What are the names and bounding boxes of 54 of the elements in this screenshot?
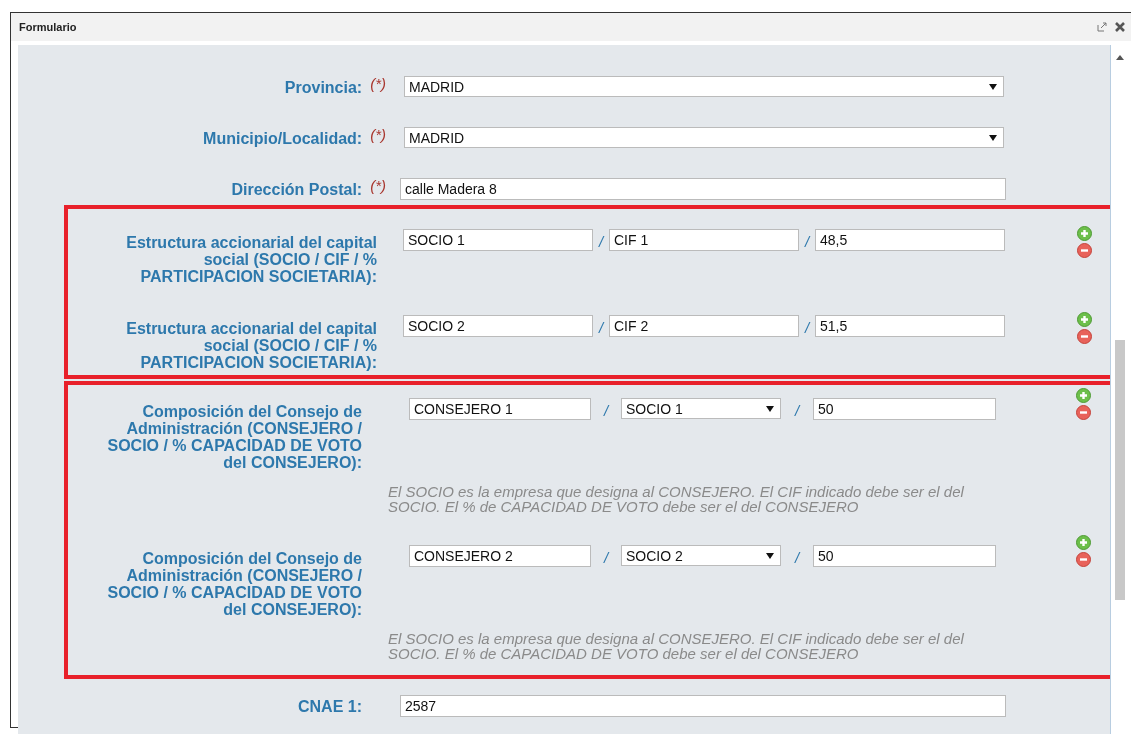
caret-icon	[989, 134, 997, 141]
dropdown[interactable]: MADRID	[404, 76, 1004, 97]
separator: /	[793, 401, 802, 419]
field-label: Dirección Postal:	[231, 181, 363, 198]
separator: /	[597, 232, 606, 250]
input-field[interactable]: SOCIO 1	[403, 229, 593, 251]
caret-icon	[766, 405, 774, 412]
add-icon[interactable]	[1076, 388, 1091, 403]
separator: /	[793, 548, 802, 566]
dropdown[interactable]: MADRID	[404, 127, 1004, 148]
input-field[interactable]: 51,5	[815, 315, 1005, 337]
caret-icon	[989, 83, 997, 90]
separator: /	[803, 232, 812, 250]
add-icon[interactable]	[1076, 535, 1091, 550]
add-icon[interactable]	[1077, 226, 1092, 241]
field-label: Composición del Consejo de Administración (CONSEJERO / SOCIO / % CAPACIDAD DE VOTO del CONSEJERO):	[106, 550, 362, 618]
field-label: Estructura accionarial del capital social (SOCIO / CIF / % PARTICIPACION SOCIETARIA):	[125, 320, 377, 371]
remove-icon[interactable]	[1076, 405, 1091, 420]
help-note: El SOCIO es la empresa que designa al CONSEJERO. El CIF indicado debe ser el del SOCIO. El % de CAPACIDAD DE VOTO debe ser el del CONSEJERO	[388, 484, 965, 514]
input-field[interactable]: SOCIO 2	[403, 315, 593, 337]
input-field[interactable]: CONSEJERO 1	[409, 398, 591, 420]
field-label: Composición del Consejo de Administración (CONSEJERO / SOCIO / % CAPACIDAD DE VOTO del CONSEJERO):	[106, 403, 362, 471]
popout-icon[interactable]	[1097, 22, 1107, 32]
dropdown[interactable]: SOCIO 2	[621, 545, 781, 566]
required-mark: (*)	[370, 75, 386, 92]
help-note: El SOCIO es la empresa que designa al CONSEJERO. El CIF indicado debe ser el del SOCIO. El % de CAPACIDAD DE VOTO debe ser el del CONSEJERO	[388, 631, 965, 661]
input-field[interactable]: 48,5	[815, 229, 1005, 251]
field-label: Estructura accionarial del capital social (SOCIO / CIF / % PARTICIPACION SOCIETARIA):	[125, 234, 377, 285]
remove-icon[interactable]	[1077, 329, 1092, 344]
required-mark: (*)	[370, 177, 386, 194]
separator: /	[597, 318, 606, 336]
required-mark: (*)	[370, 126, 386, 143]
field-label: CNAE 1:	[298, 698, 362, 715]
dropdown[interactable]: SOCIO 1	[621, 398, 781, 419]
input-field[interactable]: CIF 2	[609, 315, 799, 337]
input-field[interactable]: CIF 1	[609, 229, 799, 251]
separator: /	[602, 401, 611, 419]
input-field[interactable]: 2587	[400, 695, 1006, 717]
caret-icon	[766, 552, 774, 559]
input-field[interactable]: 50	[813, 545, 996, 567]
remove-icon[interactable]	[1076, 552, 1091, 567]
field-label: Provincia:	[284, 79, 363, 96]
window-title: Formulario	[19, 21, 78, 33]
add-icon[interactable]	[1077, 312, 1092, 327]
close-icon[interactable]	[1115, 22, 1125, 32]
input-field[interactable]: 50	[813, 398, 996, 420]
input-field[interactable]: calle Madera 8	[400, 178, 1006, 200]
input-field[interactable]: CONSEJERO 2	[409, 545, 591, 567]
scroll-thumb[interactable]	[1115, 340, 1125, 600]
separator: /	[602, 548, 611, 566]
field-label: Municipio/Localidad:	[203, 130, 363, 147]
remove-icon[interactable]	[1077, 243, 1092, 258]
scroll-up-icon[interactable]	[1116, 55, 1124, 60]
separator: /	[803, 318, 812, 336]
